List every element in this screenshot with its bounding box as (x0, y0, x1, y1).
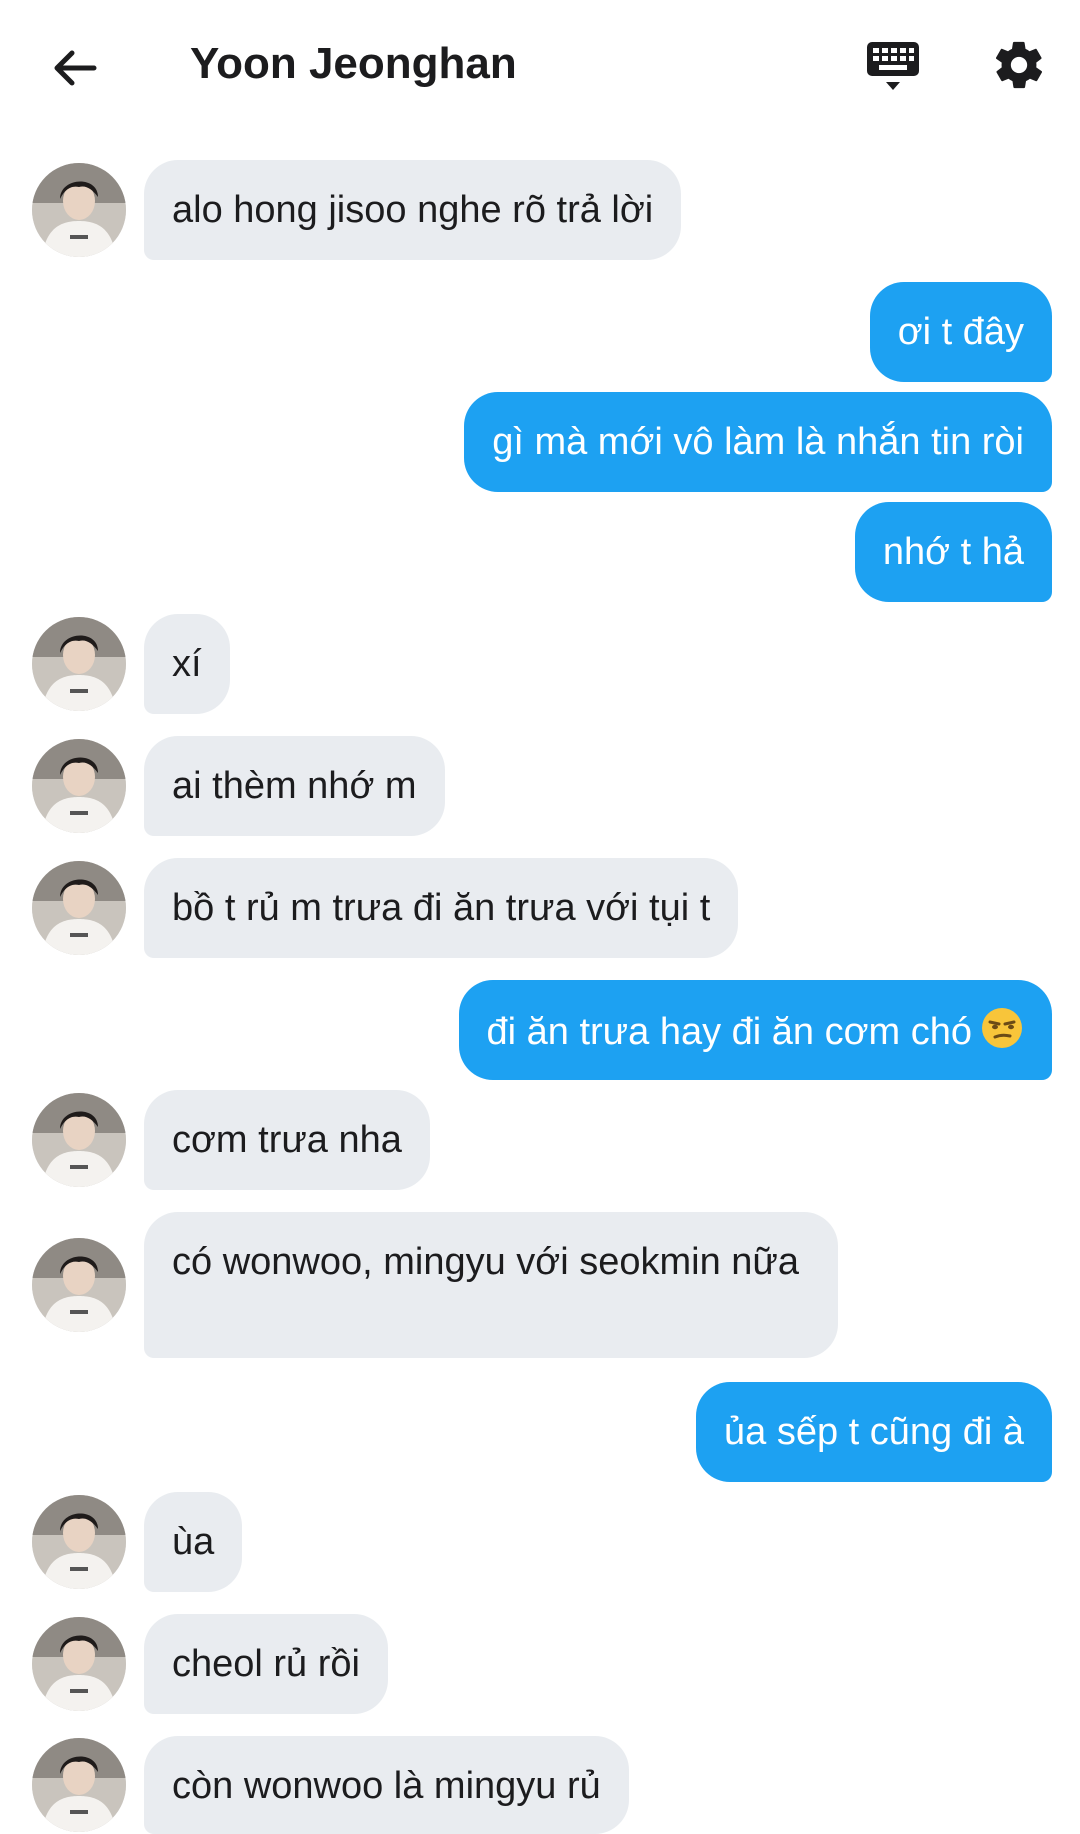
avatar[interactable] (32, 617, 126, 711)
incoming-message-bubble[interactable]: cơm trưa nha (144, 1090, 430, 1190)
outgoing-message-bubble[interactable]: nhớ t hả (854, 502, 1052, 602)
outgoing-message-row: ủa sếp t cũng đi à (0, 1382, 1080, 1482)
message-text: còn wonwoo là mingyu rủ (172, 1765, 601, 1807)
incoming-message-row: ai thèm nhớ m (0, 736, 1080, 836)
message-text: bồ t rủ m trưa đi ăn trưa với tụi t (172, 887, 711, 929)
incoming-message-bubble[interactable]: ùa (144, 1492, 243, 1592)
outgoing-message-row: gì mà mới vô làm là nhắn tin ròi (0, 392, 1080, 492)
incoming-message-bubble[interactable]: còn wonwoo là mingyu rủ (144, 1736, 629, 1834)
incoming-message-bubble[interactable]: xí (144, 614, 230, 714)
message-text: cheol rủ rồi (172, 1643, 360, 1685)
message-text: ùa (172, 1521, 215, 1563)
outgoing-message-row: ơi t đây (0, 282, 1080, 382)
message-text: nhớ t hả (882, 531, 1024, 573)
incoming-message-bubble[interactable]: cheol rủ rồi (144, 1614, 388, 1714)
avatar[interactable] (32, 861, 126, 955)
message-text: xí (172, 643, 202, 685)
incoming-message-row: xí (0, 614, 1080, 714)
message-text: đi ăn trưa hay đi ăn cơm chó (486, 1011, 972, 1054)
incoming-message-row: alo hong jisoo nghe rõ trả lời (0, 160, 1080, 260)
avatar[interactable] (32, 163, 126, 257)
outgoing-message-bubble[interactable]: đi ăn trưa hay đi ăn cơm chó (458, 980, 1052, 1080)
incoming-message-row: bồ t rủ m trưa đi ăn trưa với tụi t (0, 858, 1080, 958)
outgoing-message-bubble[interactable]: gì mà mới vô làm là nhắn tin ròi (464, 392, 1052, 492)
incoming-message-bubble[interactable]: có wonwoo, mingyu với seokmin nữa (144, 1212, 838, 1358)
message-text: ai thèm nhớ m (172, 765, 417, 807)
incoming-message-row: còn wonwoo là mingyu rủ (0, 1736, 1080, 1834)
incoming-message-row: cơm trưa nha (0, 1090, 1080, 1190)
message-text: alo hong jisoo nghe rõ trả lời (172, 189, 654, 231)
incoming-message-bubble[interactable]: bồ t rủ m trưa đi ăn trưa với tụi t (144, 858, 739, 958)
incoming-message-bubble[interactable]: ai thèm nhớ m (144, 736, 445, 836)
incoming-message-row: cheol rủ rồi (0, 1614, 1080, 1714)
outgoing-message-bubble[interactable]: ủa sếp t cũng đi à (696, 1382, 1052, 1482)
avatar[interactable] (32, 1495, 126, 1589)
avatar[interactable] (32, 1617, 126, 1711)
avatar[interactable] (32, 1093, 126, 1187)
message-text: cơm trưa nha (172, 1119, 402, 1161)
message-text: gì mà mới vô làm là nhắn tin ròi (492, 421, 1024, 463)
avatar[interactable] (32, 1238, 126, 1332)
incoming-message-row: ùa (0, 1492, 1080, 1592)
outgoing-message-row: nhớ t hả (0, 502, 1080, 602)
incoming-message-bubble[interactable]: alo hong jisoo nghe rõ trả lời (144, 160, 682, 260)
unamused-face-icon (980, 1006, 1024, 1062)
message-text: ủa sếp t cũng đi à (724, 1411, 1024, 1453)
message-text: có wonwoo, mingyu với seokmin nữa (172, 1241, 799, 1283)
message-list[interactable]: alo hong jisoo nghe rõ trả lời ơi t đây gì… (0, 0, 1080, 1834)
message-text: ơi t đây (897, 311, 1024, 353)
outgoing-message-row: đi ăn trưa hay đi ăn cơm chó (0, 980, 1080, 1080)
outgoing-message-bubble[interactable]: ơi t đây (869, 282, 1052, 382)
avatar[interactable] (32, 1738, 126, 1832)
incoming-message-row: có wonwoo, mingyu với seokmin nữa (0, 1212, 1080, 1358)
avatar[interactable] (32, 739, 126, 833)
